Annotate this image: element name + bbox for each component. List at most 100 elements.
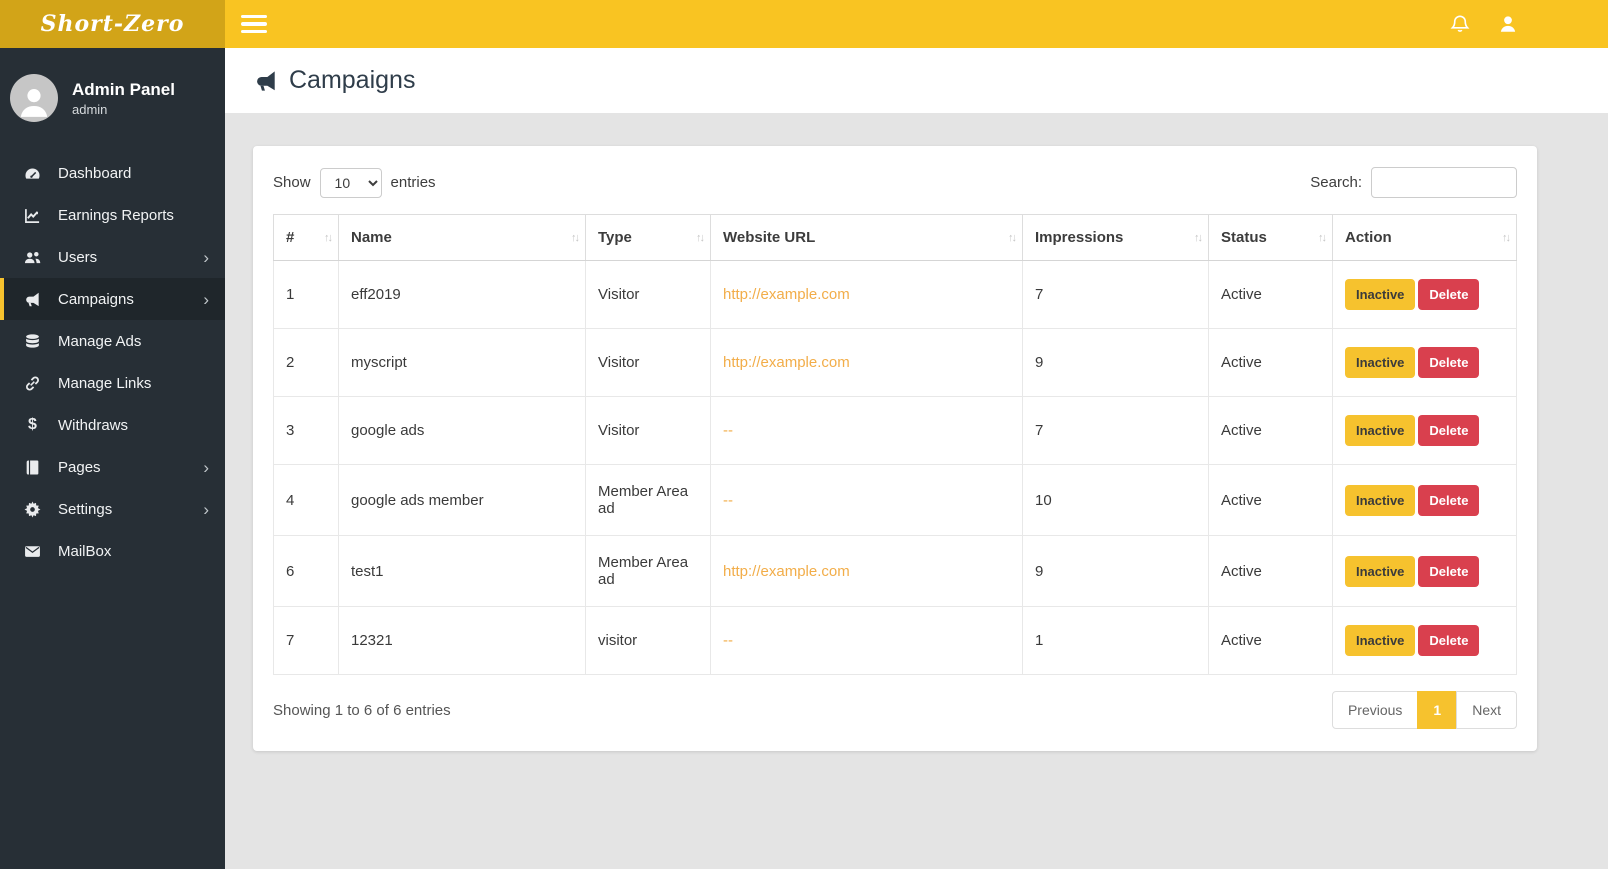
campaign-inactive-button[interactable]: Inactive [1345,279,1416,310]
cell-id: 3 [273,396,339,465]
search-input[interactable] [1371,167,1517,198]
sidebar-item-label: Manage Links [58,374,152,392]
table-header-row: # ↑↓ Name ↑↓ Type ↑↓ Website URL ↑↓ Impressions ↑… [273,214,1517,261]
search-control: Search: [1310,167,1517,198]
cell-id: 6 [273,535,339,607]
cell-url: http://example.com [710,328,1023,397]
notifications-bell-icon[interactable] [1450,14,1470,34]
cell-impressions: 7 [1022,260,1209,329]
sort-icon: ↑↓ [324,231,333,244]
table-body: 1 eff2019 Visitor http://example.com 7 Active… [273,260,1517,675]
website-url-link[interactable]: http://example.com [723,286,850,303]
sidebar-item-label: Withdraws [58,416,129,434]
cell-action: Inactive Delete [1332,464,1517,536]
campaign-inactive-button[interactable]: Inactive [1345,484,1416,516]
profile-name: Admin Panel [72,80,175,100]
sidebar-item-label: Settings [58,500,113,518]
sidebar-item-manage-links[interactable]: Manage Links [0,362,225,404]
column-header-label: Impressions [1035,229,1124,246]
page-title: Campaigns [289,66,416,94]
campaign-delete-button[interactable]: Delete [1418,555,1480,587]
sort-icon: ↑↓ [1502,231,1511,244]
column-header-impressions[interactable]: Impressions ↑↓ [1022,214,1209,261]
cell-action: Inactive Delete [1332,535,1517,607]
sort-icon: ↑↓ [1008,231,1017,244]
cell-impressions: 9 [1022,535,1209,607]
campaigns-card: Show 10 entries Search: # ↑↓ Name ↑↓ Type ↑↓ W… [253,146,1537,751]
sidebar-item-withdraws[interactable]: $ Withdraws [0,404,225,446]
page-length-control: Show 10 entries [273,167,436,198]
campaign-delete-button[interactable]: Delete [1418,484,1480,516]
book-icon [24,459,41,476]
website-url-link[interactable]: http://example.com [723,563,850,580]
sidebar-item-settings[interactable]: Settings › [0,488,225,530]
cell-action: Inactive Delete [1332,606,1517,675]
cell-status: Active [1208,260,1333,329]
campaign-delete-button[interactable]: Delete [1418,279,1480,310]
cell-status: Active [1208,328,1333,397]
dollar-icon: $ [28,416,37,433]
column-header-name[interactable]: Name ↑↓ [338,214,586,261]
sidebar-item-dashboard[interactable]: Dashboard [0,152,225,194]
cell-id: 1 [273,260,339,329]
column-header-label: Name [351,229,392,246]
sidebar-item-campaigns[interactable]: Campaigns › [0,278,225,320]
sidebar-item-manage-ads[interactable]: Manage Ads [0,320,225,362]
cell-status: Active [1208,396,1333,465]
campaign-delete-button[interactable]: Delete [1418,415,1480,446]
cell-name: eff2019 [338,260,586,329]
cell-name: google ads member [338,464,586,536]
sidebar-item-earnings-reports[interactable]: Earnings Reports [0,194,225,236]
cell-status: Active [1208,464,1333,536]
hamburger-menu-icon[interactable] [241,11,267,38]
sidebar-item-mailbox[interactable]: MailBox [0,530,225,572]
pagination-next-button[interactable]: Next [1456,691,1517,729]
campaign-inactive-button[interactable]: Inactive [1345,625,1416,656]
sidebar-nav: Dashboard Earnings Reports Users › Campaigns… [0,152,225,572]
column-header-action[interactable]: Action ↑↓ [1332,214,1517,261]
top-bar: Short-Zero [0,0,1608,48]
main-area: Campaigns Show 10 entries Search: # ↑↓ N… [225,0,1608,869]
column-header-id[interactable]: # ↑↓ [273,214,339,261]
cell-type: Member Area ad [585,464,711,536]
content-area: Show 10 entries Search: # ↑↓ Name ↑↓ Type ↑↓ W… [225,113,1608,869]
pagination-page-1-button[interactable]: 1 [1417,691,1458,729]
column-header-website-url[interactable]: Website URL ↑↓ [710,214,1023,261]
sidebar: Admin Panel admin Dashboard Earnings Repo… [0,48,225,869]
cell-action: Inactive Delete [1332,396,1517,465]
brand-logo: Short-Zero [40,11,185,37]
bullhorn-icon [254,69,278,93]
campaign-inactive-button[interactable]: Inactive [1345,555,1416,587]
cell-name: 12321 [338,606,586,675]
cell-status: Active [1208,535,1333,607]
pagination-previous-button[interactable]: Previous [1331,691,1419,729]
sidebar-item-pages[interactable]: Pages › [0,446,225,488]
cell-url: http://example.com [710,260,1023,329]
page-length-select[interactable]: 10 [319,167,382,198]
sidebar-item-label: Earnings Reports [58,206,174,224]
campaign-inactive-button[interactable]: Inactive [1345,347,1416,378]
campaign-inactive-button[interactable]: Inactive [1345,415,1416,446]
sidebar-item-label: Pages [58,458,101,476]
cell-id: 7 [273,606,339,675]
logo-area[interactable]: Short-Zero [0,0,225,48]
chevron-right-icon: › [203,499,209,519]
bullhorn-icon [24,291,41,308]
chevron-right-icon: › [203,457,209,477]
link-icon [24,375,41,392]
column-header-type[interactable]: Type ↑↓ [585,214,711,261]
column-header-label: Type [598,229,632,246]
chart-icon [24,207,41,224]
chevron-right-icon: › [203,289,209,309]
website-url-empty: -- [723,422,733,439]
website-url-link[interactable]: http://example.com [723,354,850,371]
envelope-icon [24,543,41,560]
campaign-delete-button[interactable]: Delete [1418,625,1480,656]
cell-type: Visitor [585,328,711,397]
cell-url: -- [710,464,1023,536]
cell-name: myscript [338,328,586,397]
sidebar-item-users[interactable]: Users › [0,236,225,278]
campaign-delete-button[interactable]: Delete [1418,347,1480,378]
user-account-icon[interactable] [1498,14,1518,34]
column-header-status[interactable]: Status ↑↓ [1208,214,1333,261]
